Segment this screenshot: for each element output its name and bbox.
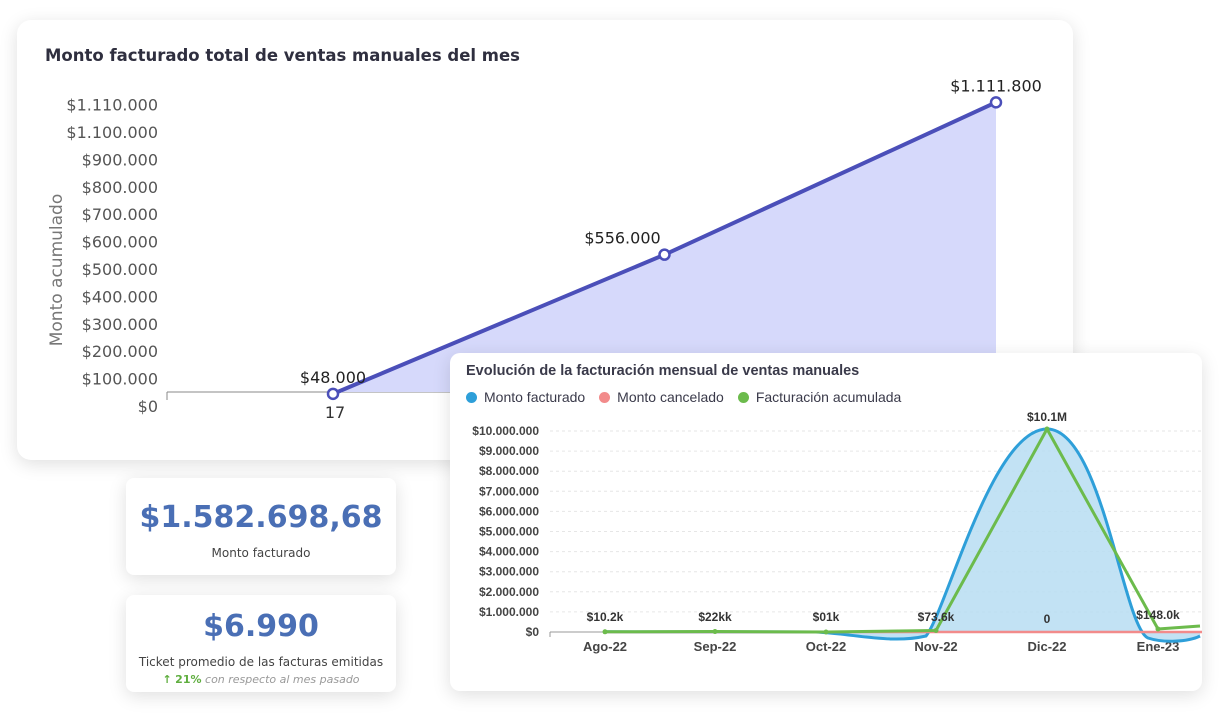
data-point[interactable] [658,248,671,261]
data-point[interactable] [1044,426,1050,432]
y-tick-label: $600.000 [82,233,158,252]
kpi-billed-label: Monto facturado [211,546,311,560]
data-point[interactable] [933,628,939,634]
data-label: $10.2k [587,610,624,624]
data-point[interactable] [326,387,340,401]
x-tick-label: Nov-22 [914,639,957,654]
data-label: $22kk [698,610,732,624]
y-tick-label: $7.000.000 [479,484,539,498]
y-tick-label: $300.000 [82,315,158,334]
kpi-ticket-value: $6.990 [203,609,319,644]
y-tick-label: $0 [138,397,158,416]
x-tick-label: 17 [325,403,345,422]
y-axis-title: Monto acumulado [47,194,67,347]
y-tick-label: $1.100.000 [66,123,158,142]
data-label: $1.111.800 [950,76,1042,95]
kpi-billed-value: $1.582.698,68 [139,500,383,535]
data-label: $148.0k [1136,608,1180,622]
y-tick-label: $500.000 [82,260,158,279]
y-tick-label: $2.000.000 [479,585,539,599]
kpi-card-billed: $1.582.698,68 Monto facturado [126,478,396,575]
y-tick-label: $1.000.000 [479,605,539,619]
y-tick-label: $200.000 [82,342,158,361]
data-label: $10.1M [1027,410,1067,424]
kpi-delta-text: con respecto al mes pasado [205,673,360,686]
y-tick-label: $700.000 [82,205,158,224]
y-tick-label: $3.000.000 [479,565,539,579]
arrow-up-icon: ↑ [162,673,172,686]
data-point[interactable] [989,96,1003,109]
data-label: $73.6k [918,610,955,624]
y-tick-label: $10.000.000 [472,424,539,438]
y-tick-label: $100.000 [82,370,158,389]
evolution-chart-card: Evolución de la facturación mensual de v… [450,353,1202,691]
y-tick-label: $8.000.000 [479,464,539,478]
data-label: $48.000 [300,368,366,387]
y-tick-label: $0 [526,625,540,639]
kpi-card-ticket: $6.990 Ticket promedio de las facturas e… [126,595,396,692]
y-tick-label: $6.000.000 [479,504,539,518]
data-label: $01k [813,610,840,624]
y-tick-label: $400.000 [82,287,158,306]
kpi-delta-value: 21% [175,673,202,686]
data-point[interactable] [602,629,608,635]
y-tick-label: $9.000.000 [479,444,539,458]
x-tick-label: Oct-22 [806,639,846,654]
data-point[interactable] [823,629,829,635]
y-tick-label: $5.000.000 [479,525,539,539]
evolution-chart-svg: $0 $1.000.000 $2.000.000 $3.000.000 $4.000.0… [472,410,1202,654]
x-tick-label: Dic-22 [1027,639,1066,654]
kpi-ticket-delta: ↑ 21% con respecto al mes pasado [126,673,396,686]
x-tick-label: Ago-22 [583,639,627,654]
y-tick-label: $800.000 [82,178,158,197]
data-label: $556.000 [584,229,660,248]
kpi-ticket-label: Ticket promedio de las facturas emitidas [138,655,384,669]
data-point[interactable] [712,629,718,635]
y-tick-label: $4.000.000 [479,545,539,559]
x-tick-label: Sep-22 [694,639,737,654]
y-tick-label: $900.000 [82,150,158,169]
data-point[interactable] [1155,626,1161,632]
cancelled-data-label: 0 [1044,612,1051,626]
y-tick-label: $1.110.000 [66,96,158,115]
